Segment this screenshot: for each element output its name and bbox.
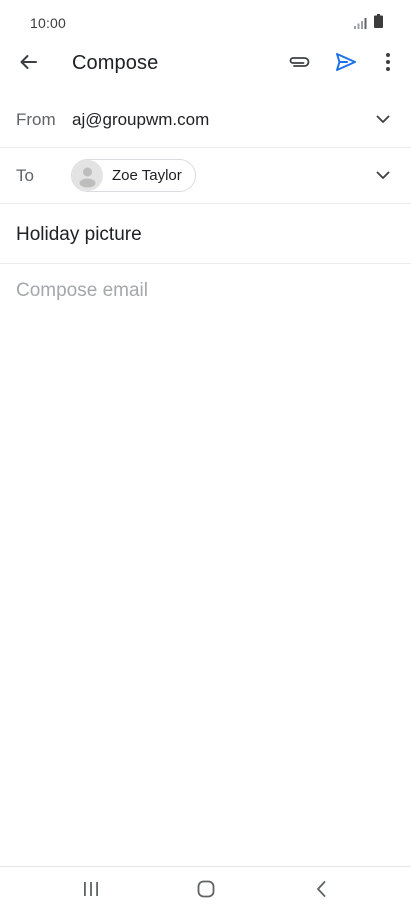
subject-row[interactable]: Holiday picture <box>0 204 411 264</box>
home-button[interactable] <box>195 880 217 902</box>
more-options-button[interactable] <box>378 50 398 78</box>
compose-body-field[interactable]: Compose email <box>16 280 396 302</box>
compose-screen: 10:00 Compose From aj@groupwm.com To Zoe… <box>0 0 411 914</box>
status-bar: 10:00 <box>0 0 411 44</box>
recents-button[interactable] <box>80 881 102 901</box>
from-row[interactable]: From aj@groupwm.com <box>0 92 411 148</box>
from-address[interactable]: aj@groupwm.com <box>72 110 209 130</box>
from-label: From <box>16 110 56 129</box>
page-title: Compose <box>72 52 159 74</box>
chevron-down-icon[interactable] <box>372 164 394 186</box>
more-vert-icon <box>385 52 391 77</box>
person-icon <box>72 160 103 191</box>
arrow-back-icon <box>18 52 38 77</box>
paperclip-icon <box>287 55 311 74</box>
chevron-down-icon[interactable] <box>372 108 394 130</box>
recipient-chip[interactable]: Zoe Taylor <box>71 159 196 192</box>
battery-icon <box>374 14 383 28</box>
to-row[interactable]: To Zoe Taylor <box>0 148 411 204</box>
nav-back-icon <box>315 880 327 903</box>
recipient-name: Zoe Taylor <box>112 167 182 184</box>
navigation-bar <box>0 866 411 914</box>
attach-button[interactable] <box>284 50 314 78</box>
status-time: 10:00 <box>30 15 67 31</box>
system-back-button[interactable] <box>310 880 332 902</box>
app-bar: Compose <box>0 44 411 84</box>
signal-icon <box>354 16 368 29</box>
back-button[interactable] <box>14 50 42 78</box>
recents-icon <box>82 881 100 902</box>
to-label: To <box>16 166 34 185</box>
send-icon <box>335 52 357 77</box>
subject-field[interactable]: Holiday picture <box>16 224 142 246</box>
home-icon <box>197 880 215 903</box>
send-button[interactable] <box>332 50 360 78</box>
